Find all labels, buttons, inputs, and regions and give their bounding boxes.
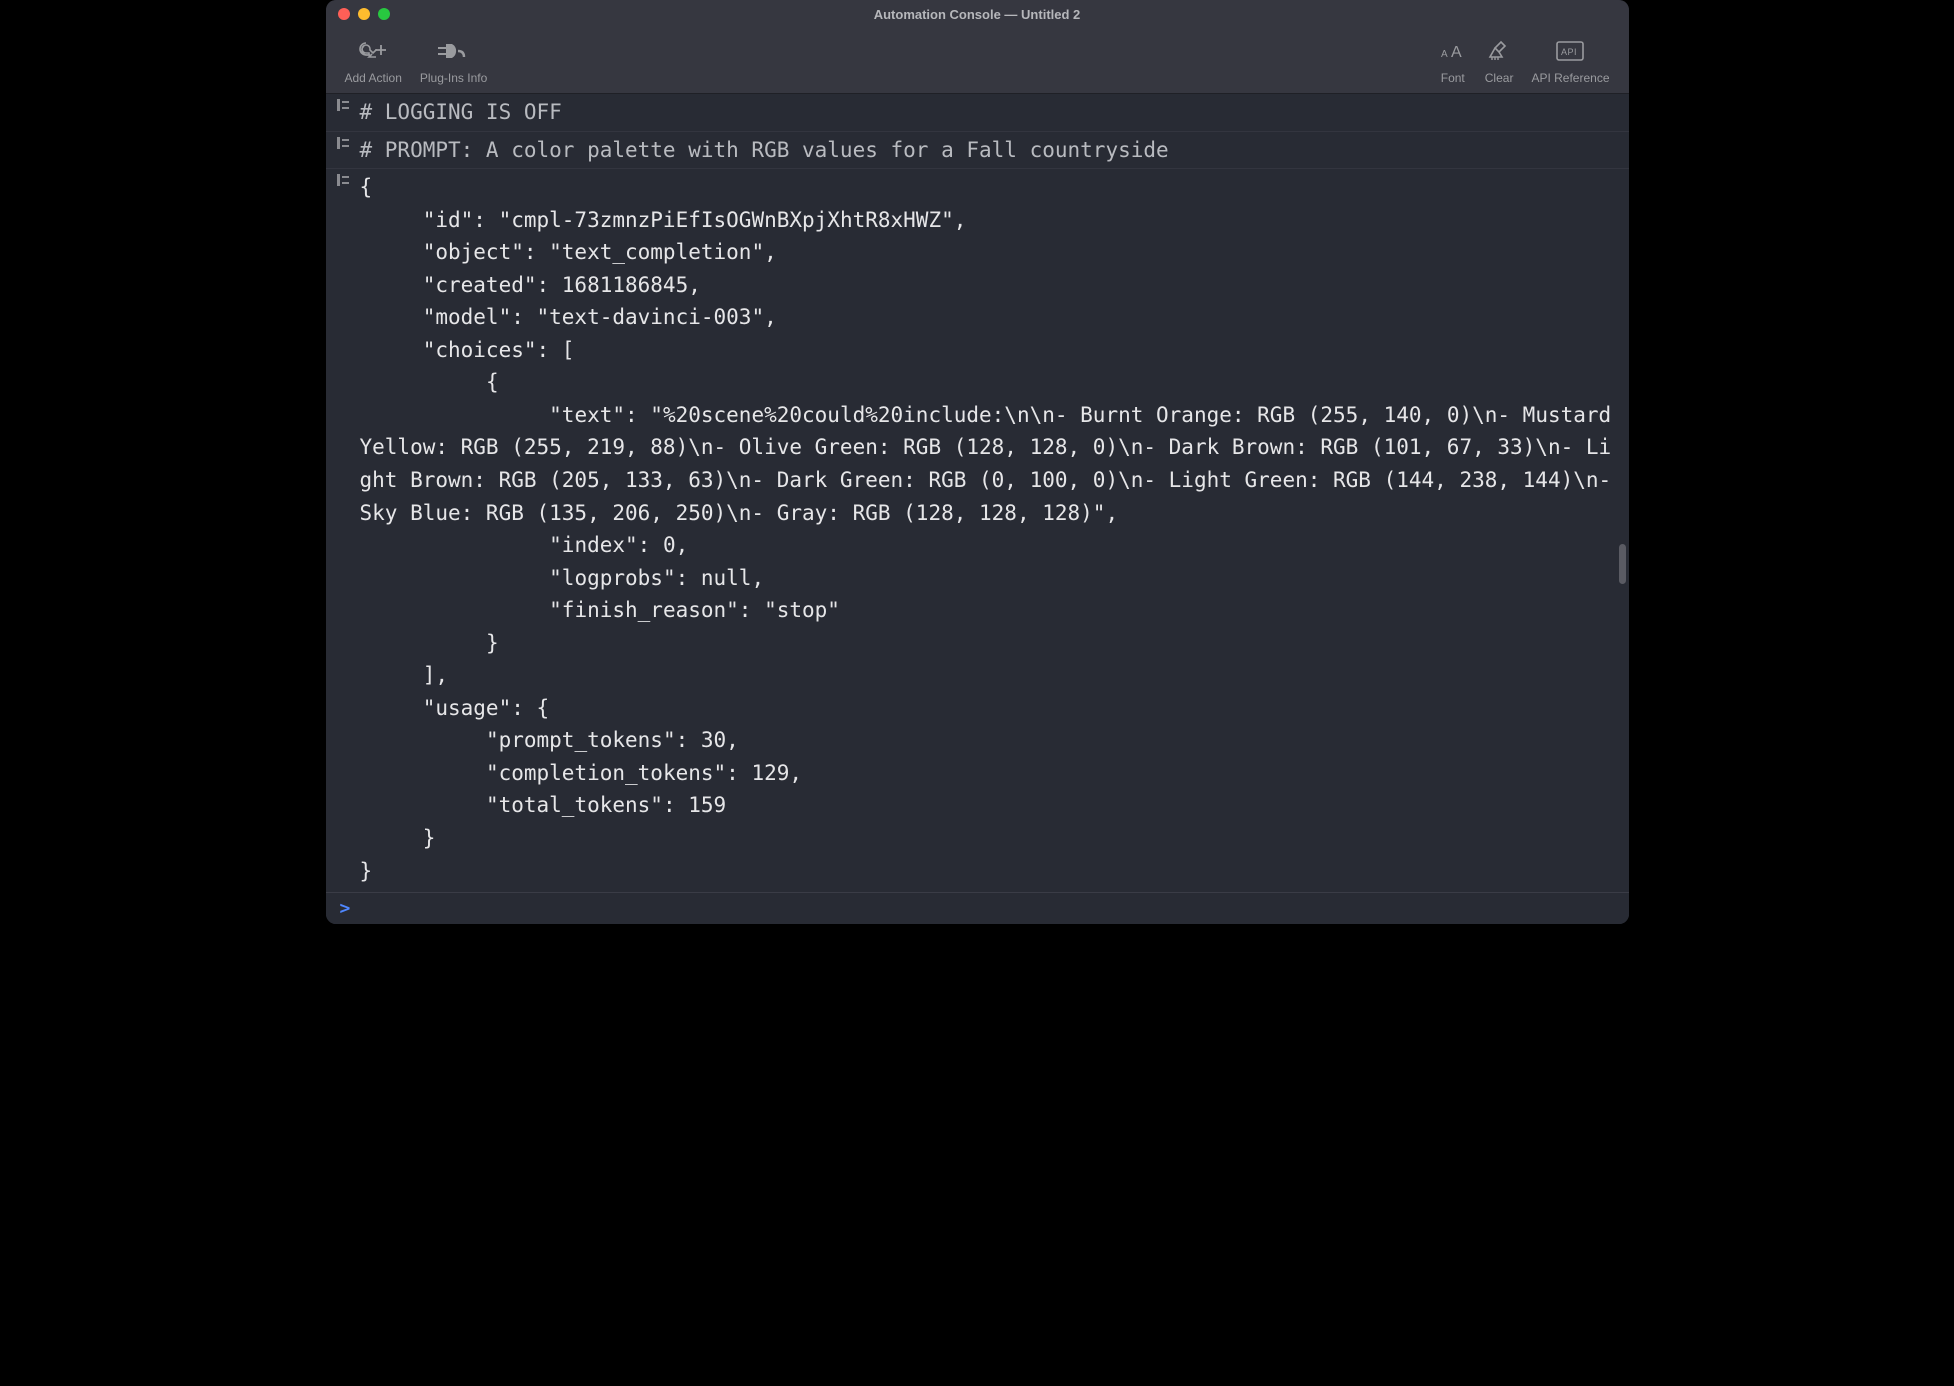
clear-label: Clear: [1485, 71, 1514, 85]
add-action-label: Add Action: [345, 71, 402, 85]
window-title: Automation Console — Untitled 2: [326, 7, 1629, 22]
prompt-input[interactable]: [358, 898, 1628, 919]
scrollbar-thumb[interactable]: [1619, 544, 1626, 584]
zoom-window-button[interactable]: [378, 8, 390, 20]
prompt-caret: >: [340, 898, 351, 919]
console-output[interactable]: # LOGGING IS OFF # PROMPT: A color palet…: [326, 94, 1629, 892]
plug-icon: [434, 37, 474, 65]
console-area: # LOGGING IS OFF # PROMPT: A color palet…: [326, 94, 1629, 924]
svg-text:A: A: [1451, 44, 1462, 61]
prompt-row: >: [326, 892, 1629, 924]
svg-text:A: A: [1441, 49, 1448, 60]
plugins-info-label: Plug-Ins Info: [420, 71, 487, 85]
line-marker-icon: [326, 132, 360, 150]
console-line: # PROMPT: A color palette with RGB value…: [326, 132, 1629, 170]
font-button[interactable]: A A Font: [1430, 31, 1476, 91]
close-window-button[interactable]: [338, 8, 350, 20]
toolbar: Add Action Plug-Ins Info A A Font: [326, 28, 1629, 94]
add-action-icon: [358, 37, 388, 65]
add-action-button[interactable]: Add Action: [336, 31, 411, 91]
font-label: Font: [1441, 71, 1465, 85]
app-window: Automation Console — Untitled 2 Add Acti…: [326, 0, 1629, 924]
api-icon: API: [1556, 37, 1584, 65]
broom-icon: [1487, 37, 1511, 65]
console-line: { "id": "cmpl-73zmnzPiEfIsOGWnBXpjXhtR8x…: [326, 169, 1629, 889]
window-controls: [326, 8, 390, 20]
console-text: { "id": "cmpl-73zmnzPiEfIsOGWnBXpjXhtR8x…: [360, 169, 1629, 889]
console-text: # PROMPT: A color palette with RGB value…: [360, 132, 1629, 169]
line-marker-icon: [326, 169, 360, 187]
console-line: # LOGGING IS OFF: [326, 94, 1629, 132]
plugins-info-button[interactable]: Plug-Ins Info: [411, 31, 496, 91]
clear-button[interactable]: Clear: [1476, 31, 1523, 91]
api-reference-button[interactable]: API API Reference: [1522, 31, 1618, 91]
minimize-window-button[interactable]: [358, 8, 370, 20]
api-reference-label: API Reference: [1531, 71, 1609, 85]
font-size-icon: A A: [1439, 37, 1467, 65]
titlebar: Automation Console — Untitled 2: [326, 0, 1629, 28]
console-text: # LOGGING IS OFF: [360, 94, 1629, 131]
line-marker-icon: [326, 94, 360, 112]
svg-text:API: API: [1561, 47, 1577, 57]
